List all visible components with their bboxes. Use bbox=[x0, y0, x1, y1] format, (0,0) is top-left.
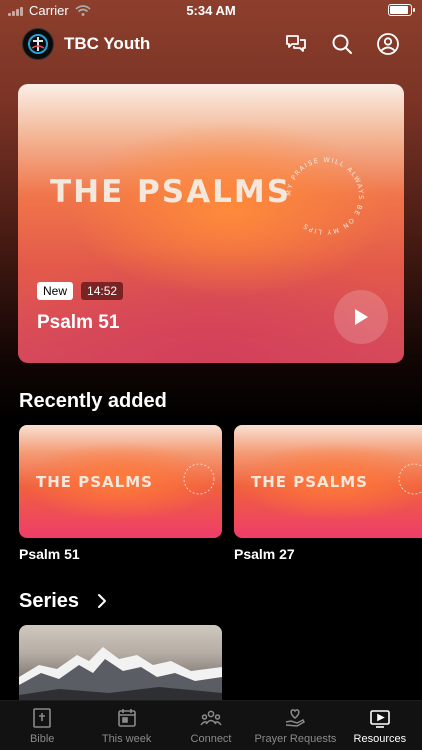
people-icon bbox=[200, 710, 222, 726]
tab-prayer-requests[interactable]: Prayer Requests bbox=[253, 701, 337, 750]
featured-video-card[interactable]: THE PSALMS MY PRAISE WILL ALWAYS BE ON M… bbox=[18, 84, 404, 363]
tab-resources[interactable]: Resources bbox=[338, 701, 422, 750]
series-card[interactable] bbox=[19, 625, 222, 705]
recently-added-heading: Recently added bbox=[19, 390, 167, 412]
duration-badge: 14:52 bbox=[81, 282, 124, 300]
prayer-hand-icon bbox=[286, 709, 306, 727]
tab-label: Resources bbox=[353, 733, 407, 745]
status-bar: Carrier 5:34 AM bbox=[0, 0, 422, 22]
battery-icon bbox=[388, 4, 415, 16]
play-button[interactable] bbox=[334, 290, 388, 344]
calendar-icon bbox=[117, 709, 136, 727]
hero-artwork-title: THE PSALMS bbox=[50, 174, 292, 210]
tab-label: This week bbox=[101, 733, 152, 745]
tab-bible[interactable]: Bible bbox=[0, 701, 84, 750]
card-artwork-title: THE PSALMS bbox=[36, 473, 153, 491]
header-actions bbox=[284, 32, 400, 56]
card-artwork-ring bbox=[183, 463, 215, 495]
hero-badges: New 14:52 bbox=[37, 282, 124, 300]
status-time: 5:34 AM bbox=[186, 3, 236, 18]
app-header: TBC Youth bbox=[22, 26, 400, 62]
tab-this-week[interactable]: This week bbox=[84, 701, 168, 750]
mountain-image bbox=[19, 647, 222, 705]
hero-title: Psalm 51 bbox=[37, 312, 120, 333]
play-icon bbox=[355, 309, 368, 325]
card-artwork-title: THE PSALMS bbox=[251, 473, 368, 491]
logo-mark-icon bbox=[28, 34, 48, 54]
recent-item-card[interactable]: THE PSALMS bbox=[19, 425, 222, 538]
tab-connect[interactable]: Connect bbox=[169, 701, 253, 750]
recent-item-title[interactable]: Psalm 27 bbox=[234, 546, 295, 562]
new-badge: New bbox=[37, 282, 74, 300]
tab-label: Connect bbox=[190, 733, 232, 745]
recent-item-card[interactable]: THE PSALMS bbox=[234, 425, 422, 538]
series-heading[interactable]: Series bbox=[19, 590, 79, 613]
tab-label: Bible bbox=[29, 733, 55, 745]
card-artwork-ring bbox=[398, 463, 422, 495]
play-screen-icon bbox=[370, 710, 390, 728]
hero-artwork-ring: MY PRAISE WILL ALWAYS BE ON MY LIPS bbox=[285, 156, 365, 236]
svg-text:MY PRAISE WILL ALWAYS BE ON MY: MY PRAISE WILL ALWAYS BE ON MY LIPS bbox=[285, 156, 365, 236]
tab-bar: Bible This week Connect Prayer Requests … bbox=[0, 700, 422, 750]
chevron-right-icon[interactable] bbox=[96, 593, 108, 609]
search-icon[interactable] bbox=[330, 32, 354, 56]
chat-icon[interactable] bbox=[284, 32, 308, 56]
profile-icon[interactable] bbox=[376, 32, 400, 56]
bible-icon bbox=[33, 708, 52, 728]
app-logo[interactable] bbox=[22, 28, 54, 60]
tab-label: Prayer Requests bbox=[254, 733, 337, 745]
app-title: TBC Youth bbox=[64, 34, 151, 53]
recent-item-title[interactable]: Psalm 51 bbox=[19, 546, 80, 562]
